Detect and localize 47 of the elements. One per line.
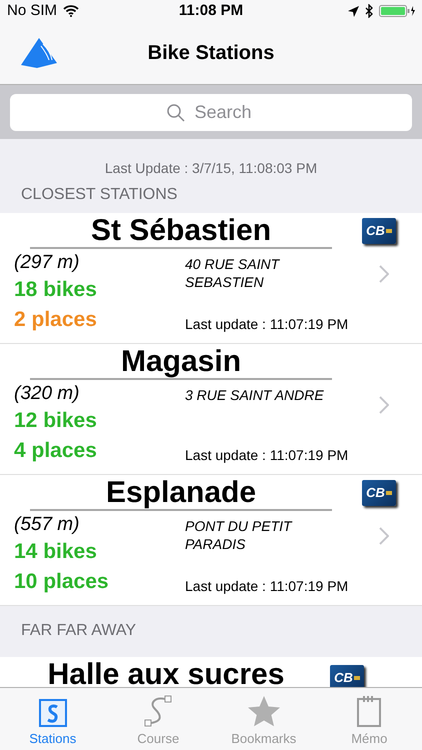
search-icon [167, 104, 185, 122]
card-badge: CB [362, 218, 396, 244]
location-arrow-icon [348, 6, 359, 16]
chevron-icon [379, 526, 389, 545]
station-name: Magasin [120, 344, 242, 378]
wifi-icon [63, 5, 80, 17]
address-text: PONT DU PETIT PARADIS [185, 516, 294, 553]
page-title: Bike Stations [148, 41, 274, 66]
distance-text: (320 m) [14, 382, 80, 406]
places-count: 10 places [14, 568, 110, 595]
route-icon [143, 694, 174, 726]
update-time: Last update : 11:07:19 PM [185, 446, 350, 464]
card-badge: CB [330, 664, 364, 687]
station-row[interactable]: Halle aux sucres CB [0, 656, 422, 687]
chevron-icon [379, 264, 389, 283]
bikes-count: 18 bikes [14, 276, 98, 303]
distance-text: (297 m) [14, 250, 80, 275]
address-text: 40 RUE SAINT SEBASTIEN [185, 254, 281, 291]
address-text: 3 RUE SAINT ANDRE [185, 386, 325, 404]
update-time: Last update : 11:07:19 PM [185, 314, 350, 333]
section-header: FAR FAR AWAY [21, 621, 136, 642]
distance-text: (557 m) [14, 512, 80, 537]
station-name: Halle aux sucres [48, 656, 284, 687]
chevron-icon [379, 396, 389, 414]
pyramid-logo-icon [21, 38, 57, 68]
station-name: Esplanade [106, 476, 256, 509]
bluetooth-icon [365, 4, 373, 18]
notepad-icon [357, 694, 382, 726]
card-badge: CB [362, 480, 396, 506]
clock-text: 11:08 PM [178, 0, 244, 21]
star-icon [246, 694, 281, 726]
last-update-text: Last Update : 3/7/15, 11:08:03 PM [104, 158, 318, 177]
battery-icon [379, 5, 415, 17]
places-count: 4 places [14, 438, 98, 464]
station-row[interactable]: Magasin (320 m) 12 bikes 4 places 3 RUE SAINT ANDRE Last update : 11:07:19 PM [0, 344, 422, 475]
update-time: Last update : 11:07:19 PM [185, 576, 350, 595]
bikes-count: 12 bikes [14, 408, 98, 434]
section-header: CLOSEST STATIONS [21, 184, 178, 205]
bikes-count: 14 bikes [14, 538, 98, 565]
carrier-text: No SIM [7, 0, 58, 21]
station-name: St Sébastien [90, 214, 272, 247]
station-row[interactable]: Esplanade CB (557 m) 14 bikes 10 places PONT DU PETIT PARADIS Last update : 11:07:19 PM [0, 474, 422, 606]
search-field[interactable]: Search [10, 94, 412, 131]
tab-bar-item[interactable]: Stations [0, 688, 106, 750]
station-row[interactable]: St Sébastien CB (297 m) 18 bikes 2 places 40 RUE SAINT SEBASTIEN Last update : 11:07:19 PM [0, 212, 422, 344]
station-icon [38, 698, 67, 726]
places-count: 2 places [14, 306, 98, 333]
